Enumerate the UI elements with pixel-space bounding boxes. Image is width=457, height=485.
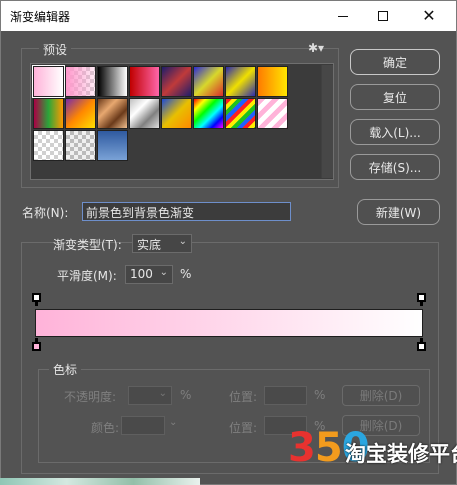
- ok-button[interactable]: 确定: [350, 49, 440, 75]
- minimize-icon: [338, 15, 348, 17]
- preset-swatch[interactable]: [32, 65, 65, 98]
- opacity-position-unit: %: [314, 388, 326, 402]
- color-swatch[interactable]: [121, 416, 165, 435]
- chevron-down-icon: ⌄: [169, 417, 178, 428]
- opacity-stop-left-box: [32, 293, 41, 302]
- opacity-position-label: 位置:: [229, 390, 258, 404]
- preset-swatch[interactable]: [97, 98, 128, 129]
- smoothness-label: 平滑度(M):: [57, 269, 117, 283]
- opacity-label: 不透明度:: [64, 390, 117, 404]
- preset-swatch[interactable]: [257, 98, 288, 129]
- smoothness-input[interactable]: 100 ⌄: [125, 265, 173, 284]
- gradient-name-input[interactable]: 前景色到背景色渐变: [82, 202, 291, 221]
- smoothness-value: 100: [130, 267, 153, 281]
- chevron-down-icon: ⌄: [178, 236, 187, 247]
- window-title: 渐变编辑器: [10, 10, 71, 24]
- new-button[interactable]: 新建(W): [357, 199, 440, 225]
- opacity-position-input[interactable]: [264, 386, 307, 405]
- preset-swatch[interactable]: [33, 130, 64, 161]
- preset-swatch[interactable]: [33, 98, 64, 129]
- opacity-stop-left[interactable]: [32, 293, 41, 307]
- watermark-text: 淘宝装修平台: [345, 442, 457, 466]
- save-button[interactable]: 存储(S)...: [350, 154, 440, 180]
- gradient-type-select[interactable]: 实底 ⌄: [132, 234, 192, 253]
- preset-swatch[interactable]: [193, 66, 224, 97]
- preset-swatch[interactable]: [225, 98, 256, 129]
- color-stop-left-box: [32, 342, 41, 351]
- preset-swatch[interactable]: [193, 98, 224, 129]
- gradient-editor-window: 渐变编辑器 ✕ 预设 ✱▾ 确定 复位 载入(L)... 存储(S)... 名称…: [0, 0, 457, 485]
- background-strip: [0, 478, 200, 485]
- maximize-button[interactable]: [361, 1, 405, 31]
- preset-swatch[interactable]: [257, 66, 288, 97]
- preset-swatch[interactable]: [161, 66, 192, 97]
- preset-scrollbar[interactable]: [321, 65, 333, 178]
- preset-swatch[interactable]: [97, 130, 128, 161]
- preset-swatch[interactable]: [129, 66, 160, 97]
- gradient-preview-bar[interactable]: [35, 309, 423, 337]
- preset-swatch[interactable]: [65, 130, 96, 161]
- name-label: 名称(N):: [22, 206, 69, 220]
- opacity-input[interactable]: ⌄: [128, 386, 172, 405]
- preset-swatch[interactable]: [65, 66, 96, 97]
- color-position-label: 位置:: [229, 421, 258, 435]
- color-stop-left[interactable]: [32, 338, 41, 352]
- preset-swatch[interactable]: [97, 66, 128, 97]
- delete-opacity-stop-button[interactable]: 删除(D): [342, 385, 420, 406]
- color-stops-legend: 色标: [49, 361, 82, 378]
- preset-swatch[interactable]: [129, 98, 160, 129]
- presets-legend: 预设: [39, 41, 72, 58]
- opacity-stop-right[interactable]: [417, 293, 426, 307]
- gradient-type-value: 实底: [137, 238, 162, 252]
- color-stop-right[interactable]: [417, 338, 426, 352]
- preset-swatch[interactable]: [225, 66, 256, 97]
- preset-swatch[interactable]: [161, 98, 192, 129]
- gear-icon[interactable]: ✱▾: [308, 41, 326, 55]
- preset-swatch[interactable]: [65, 98, 96, 129]
- close-button[interactable]: ✕: [407, 1, 451, 31]
- opacity-stop-right-box: [417, 293, 426, 302]
- preset-swatch-grid: [30, 63, 334, 180]
- maximize-icon: [378, 11, 388, 21]
- watermark-logo: 350 淘宝装修平台: [288, 425, 457, 481]
- color-label: 颜色:: [91, 421, 120, 435]
- minimize-button[interactable]: [321, 1, 365, 31]
- title-bar[interactable]: 渐变编辑器 ✕: [1, 1, 456, 31]
- chevron-down-icon: ⌄: [159, 267, 168, 278]
- close-icon: ✕: [422, 6, 436, 25]
- opacity-unit: %: [180, 388, 192, 402]
- color-stop-right-box: [417, 342, 426, 351]
- reset-button[interactable]: 复位: [350, 84, 440, 110]
- smoothness-unit: %: [180, 267, 192, 281]
- load-button[interactable]: 载入(L)...: [350, 119, 440, 145]
- gradient-type-label: 渐变类型(T):: [53, 238, 122, 252]
- chevron-down-icon: ⌄: [158, 388, 167, 399]
